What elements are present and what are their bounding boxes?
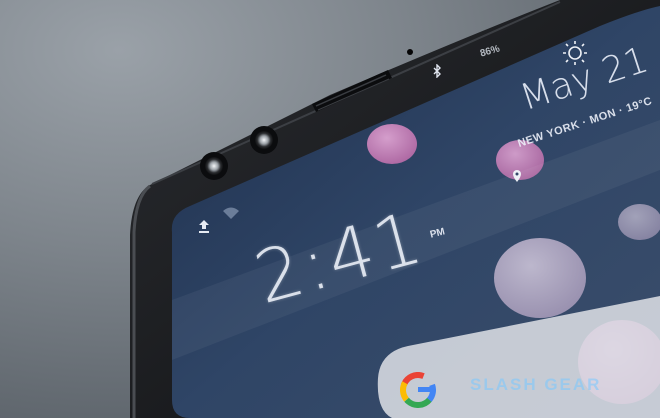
google-logo-icon: [400, 372, 436, 408]
watermark: SLASH GEAR: [470, 375, 602, 394]
photo-scene: 2:41 PM May 21 NEW YORK · MON · 19°C 86%…: [0, 0, 660, 418]
bluetooth-icon: [433, 64, 441, 78]
proximity-sensor: [407, 49, 413, 55]
wallpaper-bubble: [367, 124, 417, 164]
wallpaper-bubble: [618, 204, 660, 240]
wallpaper-bubble: [494, 238, 586, 318]
front-camera-left: [200, 152, 228, 180]
location-pin-icon: [513, 170, 521, 182]
front-camera-right: [250, 126, 278, 154]
upload-icon: [199, 220, 209, 233]
wifi-icon: [223, 207, 239, 219]
